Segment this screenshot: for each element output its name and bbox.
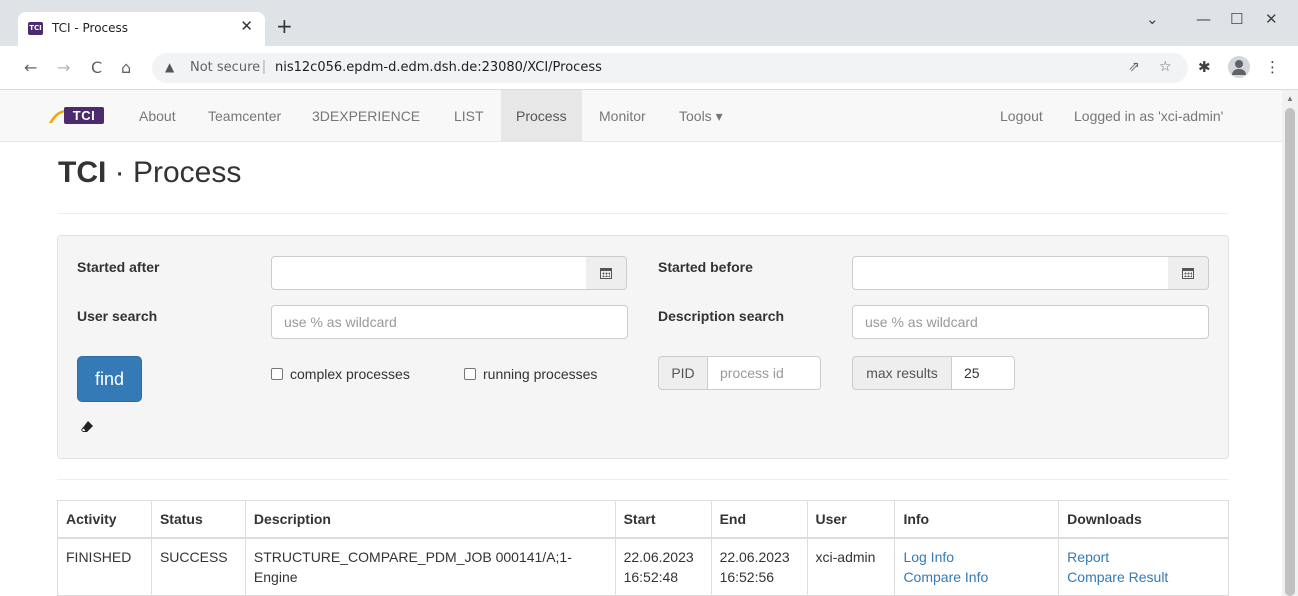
tab-search-chevron-icon[interactable]: ⌄ xyxy=(1146,10,1159,28)
started-before-label: Started before xyxy=(658,259,753,275)
complex-processes-label: complex processes xyxy=(290,366,410,382)
tab-favicon-icon: TCI xyxy=(28,22,43,35)
nav-logout[interactable]: Logout xyxy=(985,90,1058,142)
browser-tab[interactable]: TCI TCI - Process ✕ xyxy=(18,12,265,46)
forward-icon[interactable]: → xyxy=(57,58,70,77)
complex-processes-checkbox[interactable]: complex processes xyxy=(271,366,410,382)
cell-status: SUCCESS xyxy=(150,537,246,596)
page-title: TCI · Process xyxy=(58,156,1228,190)
max-results-input[interactable] xyxy=(951,356,1015,390)
running-processes-label: running processes xyxy=(483,366,598,382)
checkbox-box[interactable] xyxy=(271,368,283,380)
tab-close-icon[interactable]: ✕ xyxy=(240,17,253,35)
bookmark-star-icon[interactable]: ☆ xyxy=(1159,59,1172,75)
url-text[interactable]: nis12c056.epdm-d.edm.dsh.de:23080/XCI/Pr… xyxy=(275,60,602,75)
share-icon[interactable]: ⇗ xyxy=(1128,59,1140,75)
column-header-start[interactable]: Start xyxy=(614,500,712,539)
column-header-downloads[interactable]: Downloads xyxy=(1058,500,1229,539)
new-tab-button[interactable]: + xyxy=(276,14,293,38)
checkbox-box[interactable] xyxy=(464,368,476,380)
app-navbar: TCI About Teamcenter 3DEXPERIENCE LIST P… xyxy=(0,90,1282,142)
report-link[interactable]: Report xyxy=(1067,547,1220,567)
reload-icon[interactable]: C xyxy=(91,58,102,77)
brand-logo[interactable]: TCI xyxy=(48,105,110,127)
browser-tab-strip: TCI TCI - Process ✕ + ⌄ — ☐ ✕ xyxy=(0,0,1298,46)
nav-item-list[interactable]: LIST xyxy=(439,90,499,142)
description-search-input[interactable] xyxy=(852,305,1209,339)
maximize-button[interactable]: ☐ xyxy=(1230,10,1243,28)
address-bar[interactable]: ▲ Not secure | nis12c056.epdm-d.edm.dsh.… xyxy=(152,53,1188,83)
back-icon[interactable]: ← xyxy=(24,58,37,77)
nav-item-about[interactable]: About xyxy=(124,90,191,142)
started-before-input[interactable] xyxy=(852,256,1169,290)
cell-start: 22.06.2023 16:52:48 xyxy=(614,537,712,596)
log-info-link[interactable]: Log Info xyxy=(903,547,1050,567)
page-viewport: TCI About Teamcenter 3DEXPERIENCE LIST P… xyxy=(0,90,1282,596)
compare-result-link[interactable]: Compare Result xyxy=(1067,567,1220,587)
cell-description: STRUCTURE_COMPARE_PDM_JOB 000141/A;1-Eng… xyxy=(244,537,616,596)
scrollbar-thumb[interactable] xyxy=(1285,108,1295,596)
close-window-button[interactable]: ✕ xyxy=(1265,10,1278,28)
page-title-brand: TCI xyxy=(58,156,107,189)
profile-avatar-icon[interactable] xyxy=(1228,56,1250,78)
logged-in-user: Logged in as 'xci-admin' xyxy=(1074,108,1224,124)
security-status[interactable]: Not secure xyxy=(190,60,260,75)
column-header-activity[interactable]: Activity xyxy=(57,500,152,539)
address-separator: | xyxy=(262,58,266,75)
nav-item-process[interactable]: Process xyxy=(501,90,582,142)
started-after-input[interactable] xyxy=(271,256,587,290)
running-processes-checkbox[interactable]: running processes xyxy=(464,366,597,382)
column-header-user[interactable]: User xyxy=(806,500,896,539)
nav-item-teamcenter[interactable]: Teamcenter xyxy=(193,90,296,142)
page-header: TCI · Process xyxy=(58,156,1228,214)
home-icon[interactable]: ⌂ xyxy=(121,58,131,77)
browser-toolbar: ← → C ⌂ ▲ Not secure | nis12c056.epdm-d.… xyxy=(0,46,1298,90)
user-search-label: User search xyxy=(77,308,158,324)
column-header-info[interactable]: Info xyxy=(894,500,1060,539)
nav-item-tools[interactable]: Tools ▾ xyxy=(664,90,738,142)
page-title-section: · Process xyxy=(106,156,242,189)
description-search-label: Description search xyxy=(658,308,785,324)
page-scrollbar[interactable]: ▲ xyxy=(1282,90,1298,596)
nav-item-3dexperience[interactable]: 3DEXPERIENCE xyxy=(297,90,435,142)
filter-panel: Started after Started before User search… xyxy=(57,235,1229,459)
column-header-description[interactable]: Description xyxy=(244,500,616,539)
cell-activity: FINISHED xyxy=(57,537,152,596)
scroll-up-arrow-icon[interactable]: ▲ xyxy=(1286,94,1294,103)
results-section: Activity Status Description Start End Us… xyxy=(57,479,1229,596)
pid-addon: PID xyxy=(658,356,708,390)
menu-kebab-icon[interactable]: ⋮ xyxy=(1265,58,1280,76)
eraser-icon[interactable] xyxy=(80,420,94,434)
minimize-button[interactable]: — xyxy=(1196,10,1211,28)
compare-info-link[interactable]: Compare Info xyxy=(903,567,1050,587)
calendar-icon xyxy=(1182,268,1194,279)
extensions-icon[interactable]: ✱ xyxy=(1198,58,1211,76)
cell-info: Log Info Compare Info xyxy=(894,537,1060,596)
pid-input[interactable] xyxy=(707,356,821,390)
column-header-status[interactable]: Status xyxy=(150,500,246,539)
max-results-addon: max results xyxy=(852,356,952,390)
nav-item-monitor[interactable]: Monitor xyxy=(584,90,661,142)
started-after-calendar-button[interactable] xyxy=(586,256,627,290)
cell-downloads: Report Compare Result xyxy=(1058,537,1229,596)
tab-title: TCI - Process xyxy=(52,21,129,35)
results-table: Activity Status Description Start End Us… xyxy=(57,500,1229,596)
user-search-input[interactable] xyxy=(271,305,628,339)
cell-end: 22.06.2023 16:52:56 xyxy=(710,537,808,596)
cell-user: xci-admin xyxy=(806,537,896,596)
table-header-row: Activity Status Description Start End Us… xyxy=(57,500,1229,539)
calendar-icon xyxy=(600,268,612,279)
warning-icon: ▲ xyxy=(165,60,175,74)
table-row[interactable]: FINISHED SUCCESS STRUCTURE_COMPARE_PDM_J… xyxy=(57,537,1229,596)
started-after-label: Started after xyxy=(77,259,160,275)
brand-text: TCI xyxy=(64,107,104,124)
column-header-end[interactable]: End xyxy=(710,500,808,539)
started-before-calendar-button[interactable] xyxy=(1168,256,1209,290)
find-button[interactable]: find xyxy=(77,356,142,402)
